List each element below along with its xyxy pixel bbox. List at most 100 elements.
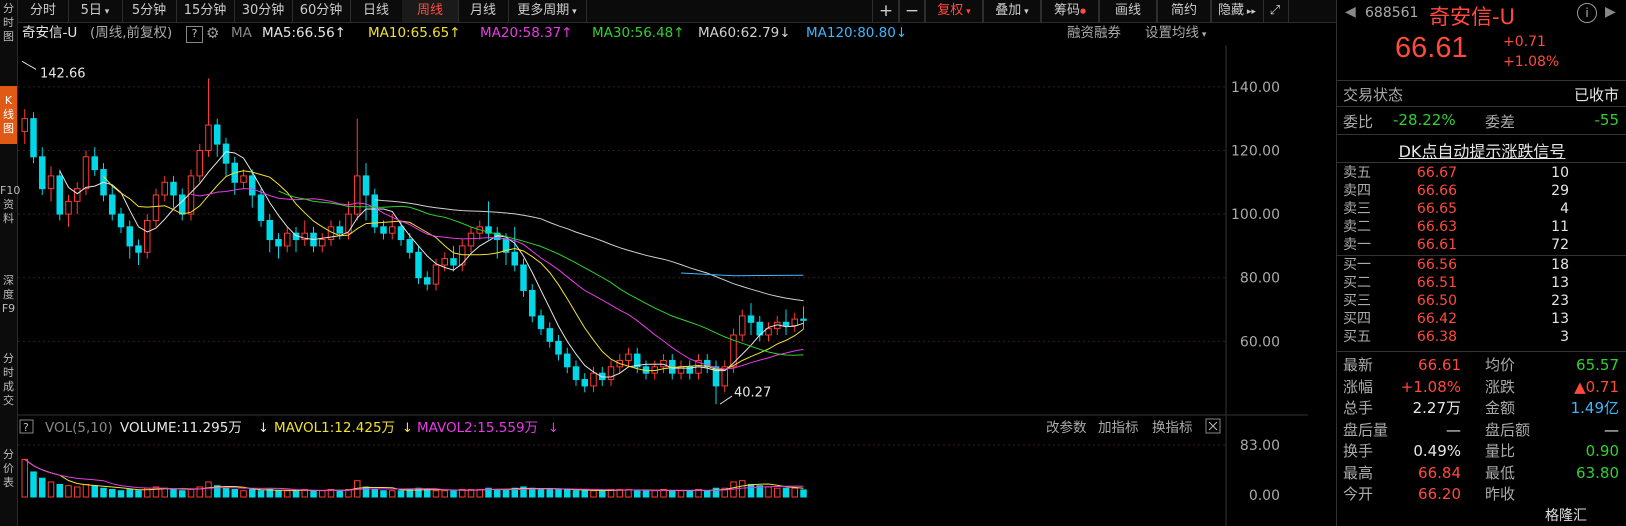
next-stock-icon[interactable]: ▶ (1605, 4, 1616, 20)
period-more[interactable]: 更多周期 ▾ (508, 0, 587, 22)
candle-body[interactable] (196, 149, 203, 177)
volume-bar[interactable] (74, 486, 81, 498)
ma-settings-button[interactable]: 设置均线 ▾ (1145, 22, 1206, 47)
tab-f10[interactable]: F10 资 料 (0, 184, 20, 226)
volume-bar[interactable] (319, 490, 326, 498)
volume-bar[interactable] (30, 471, 37, 498)
change-indicator-button[interactable]: 换指标 (1152, 420, 1193, 436)
volume-bar[interactable] (161, 487, 168, 498)
kline-chart[interactable]: 140.00 120.00 100.00 80.00 60.00 142.66 40.27?… (18, 45, 1308, 526)
volume-bar[interactable] (397, 490, 405, 498)
candle-body[interactable] (572, 366, 580, 381)
candle-body[interactable] (660, 359, 667, 368)
adjust-button[interactable]: 复权 ▾ (924, 0, 984, 22)
volume-bar[interactable] (380, 490, 387, 498)
period-week[interactable]: 周线 (402, 0, 459, 22)
volume-bar[interactable] (800, 489, 807, 498)
candle-body[interactable] (424, 277, 431, 285)
volume-bar[interactable] (21, 458, 28, 498)
volume-bar[interactable] (564, 488, 571, 498)
volume-bar[interactable] (205, 481, 212, 498)
volume-bar[interactable] (266, 488, 273, 498)
candle-body[interactable] (117, 213, 125, 228)
candle-body[interactable] (537, 315, 545, 330)
volume-bar[interactable] (494, 488, 501, 498)
period-5min[interactable]: 5分钟 (122, 0, 177, 22)
bid-row[interactable]: 买五 66.38 3 (1337, 328, 1626, 346)
candle-body[interactable] (380, 226, 387, 234)
candle-body[interactable] (739, 315, 746, 336)
candle-body[interactable] (791, 318, 798, 326)
candle-body[interactable] (249, 175, 256, 196)
volume-bar[interactable] (275, 490, 282, 498)
candle-body[interactable] (179, 194, 186, 215)
help-icon[interactable]: ? (186, 26, 203, 43)
tab-price-table[interactable]: 分 价 表 (0, 448, 17, 490)
volume-bar[interactable] (782, 487, 790, 498)
candle-body[interactable] (354, 175, 361, 215)
gear-icon[interactable]: ⚙ (206, 22, 219, 45)
volume-bar[interactable] (82, 483, 90, 498)
bid-row[interactable]: 买三 66.50 23 (1337, 292, 1626, 310)
volume-bar[interactable] (546, 488, 553, 498)
candle-body[interactable] (21, 118, 28, 132)
candle-body[interactable] (450, 258, 457, 266)
volume-bar[interactable] (599, 490, 606, 498)
candle-body[interactable] (205, 124, 212, 151)
tab-kline-chart[interactable]: K 线 图 (0, 86, 17, 144)
volume-bar[interactable] (117, 490, 125, 498)
volume-bar[interactable] (651, 490, 658, 498)
volume-bar[interactable] (537, 488, 545, 498)
candle-body[interactable] (266, 219, 273, 241)
candle-body[interactable] (345, 213, 352, 234)
candle-body[interactable] (126, 226, 133, 247)
bid-row[interactable]: 买一 66.56 18 (1337, 256, 1626, 274)
volume-bar[interactable] (555, 488, 562, 498)
hide-button[interactable]: 隐藏 ▸▸ (1210, 0, 1264, 22)
volume-bar[interactable] (47, 481, 55, 498)
dk-signal-link[interactable]: DK点自动提示涨跌信号 (1337, 138, 1626, 162)
volume-bar[interactable] (240, 490, 247, 498)
volume-bar[interactable] (765, 486, 772, 498)
draw-line-button[interactable]: 画线 (1098, 0, 1158, 22)
period-30min[interactable]: 30分钟 (234, 0, 293, 22)
period-timeshare[interactable]: 分时 (18, 0, 69, 22)
candle-body[interactable] (441, 258, 448, 266)
info-icon[interactable]: i (1577, 3, 1597, 23)
tab-time-chart[interactable]: 分 时 图 (0, 2, 17, 44)
candle-body[interactable] (319, 239, 326, 247)
candle-body[interactable] (362, 175, 370, 196)
volume-bar[interactable] (170, 488, 177, 498)
volume-bar[interactable] (39, 477, 46, 498)
volume-bar[interactable] (292, 490, 300, 498)
candle-body[interactable] (415, 251, 422, 279)
tab-tick-trades[interactable]: 分 时 成 交 (0, 352, 17, 408)
candle-body[interactable] (520, 264, 527, 291)
candle-body[interactable] (30, 118, 37, 158)
volume-bar[interactable] (572, 490, 580, 498)
volume-bar[interactable] (179, 490, 186, 498)
candle-body[interactable] (389, 226, 396, 234)
volume-bar[interactable] (310, 490, 317, 498)
ask-row[interactable]: 卖三 66.65 4 (1337, 200, 1626, 218)
candle-body[interactable] (284, 232, 291, 247)
tab-depth[interactable]: 深 度 F9 (0, 274, 17, 316)
overlay-button[interactable]: 叠加 ▾ (982, 0, 1042, 22)
candle-body[interactable] (161, 181, 168, 196)
simple-mode-button[interactable]: 简约 (1156, 0, 1212, 22)
period-month[interactable]: 月线 (458, 0, 509, 22)
period-day[interactable]: 日线 (350, 0, 403, 22)
candle-body[interactable] (39, 156, 46, 190)
volume-bar[interactable] (135, 490, 142, 498)
period-15min[interactable]: 15分钟 (176, 0, 235, 22)
candle-body[interactable] (747, 315, 755, 323)
add-indicator-button[interactable]: 加指标 (1098, 420, 1139, 436)
candle-body[interactable] (800, 318, 807, 321)
candle-body[interactable] (511, 251, 518, 266)
volume-bar[interactable] (432, 490, 440, 498)
candle-body[interactable] (240, 175, 247, 183)
ask-row[interactable]: 卖二 66.63 11 (1337, 218, 1626, 236)
volume-bar[interactable] (222, 487, 230, 498)
candle-body[interactable] (275, 239, 282, 247)
volume-bar[interactable] (389, 490, 396, 498)
